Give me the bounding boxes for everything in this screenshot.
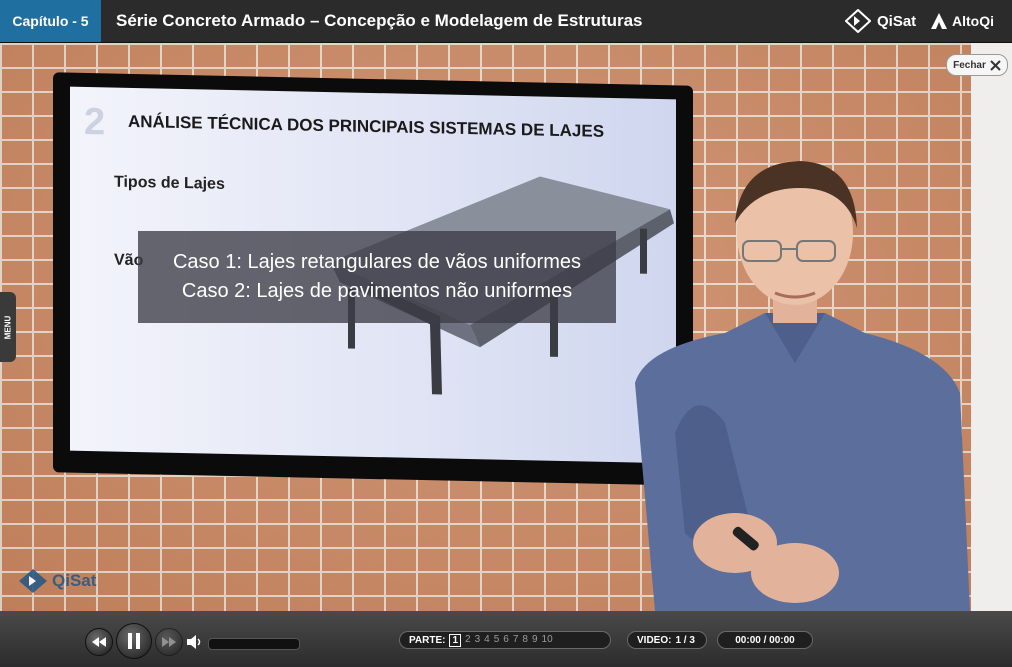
close-icon [990,59,1001,71]
qisat-logo: QiSat [845,9,916,33]
part-item[interactable]: 2 [465,634,471,647]
volume-icon[interactable] [186,634,204,650]
time-display: 00:00 / 00:00 [717,631,813,649]
chapter-label: Capítulo - 5 [0,0,101,42]
part-item[interactable]: 6 [503,634,509,647]
altoqi-logo: AltoQi [930,9,994,33]
part-item[interactable]: 3 [475,634,481,647]
part-item[interactable]: 5 [494,634,500,647]
menu-label: MENU [3,315,13,339]
player-controls: PARTE: 1 2 3 4 5 6 7 8 9 10 VIDEO: 1 / 3 00:00 / … [0,611,1012,667]
part-item[interactable]: 9 [532,634,538,647]
part-item[interactable]: 7 [513,634,519,647]
video-counter: VIDEO: 1 / 3 [627,631,707,649]
close-label: Fechar [953,59,986,71]
rewind-icon [92,637,106,647]
volume-slider[interactable] [208,638,300,650]
presenter-image [635,161,970,611]
pause-button[interactable] [116,623,152,659]
part-item[interactable]: 4 [484,634,490,647]
part-item[interactable]: 1 [449,633,462,647]
caption-line-1: Caso 1: Lajes retangulares de vãos unifo… [172,251,581,273]
part-item[interactable]: 10 [542,634,553,647]
part-list: 1 2 3 4 5 6 7 8 9 10 [449,633,553,647]
rewind-button[interactable] [85,628,113,656]
title-bar: Capítulo - 5 Série Concreto Armado – Con… [0,0,1012,43]
qisat-logo-icon [845,9,871,33]
menu-tab[interactable]: MENU [0,292,16,362]
altoqi-logo-icon [931,13,947,29]
fast-forward-button[interactable] [155,628,183,656]
altoqi-logo-text: AltoQi [952,13,994,29]
subtitle-caption: Caso 1: Lajes retangulares de vãos unifo… [138,231,616,323]
part-item[interactable]: 8 [522,634,528,647]
video-frame[interactable]: Fechar MENU 2 ANÁLISE TÉCNICA DOS PRINCI… [0,43,1012,611]
qisat-logo-text: QiSat [877,12,917,30]
qisat-watermark-icon [19,569,47,593]
part-selector: PARTE: 1 2 3 4 5 6 7 8 9 10 [399,631,611,649]
course-title: Série Concreto Armado – Concepção e Mode… [116,11,643,30]
caption-line-2: Caso 2: Lajes de pavimentos não uniforme… [181,280,573,302]
fast-forward-icon [162,637,176,647]
close-button[interactable]: Fechar [946,54,1008,76]
video-label: VIDEO: [637,634,672,646]
pause-icon [128,633,140,649]
qisat-watermark: QiSat [18,568,96,594]
side-panel [971,43,1012,611]
video-value: 1 / 3 [675,634,695,646]
part-label: PARTE: [409,634,446,646]
qisat-watermark-text: QiSat [52,571,97,590]
time-value: 00:00 / 00:00 [735,634,795,646]
